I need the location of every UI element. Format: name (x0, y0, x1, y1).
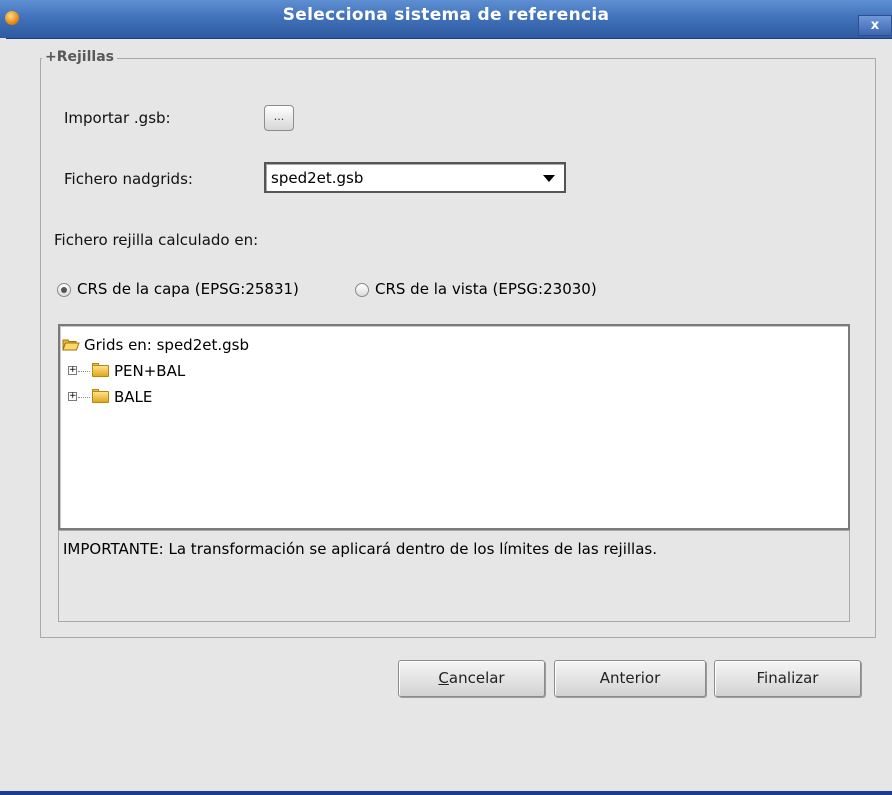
radio-label: CRS de la vista (EPSG:23030) (375, 280, 597, 298)
folder-icon (92, 365, 109, 377)
cancel-label: ancelar (448, 669, 505, 687)
cancel-button[interactable]: Cancelar (398, 660, 545, 697)
calc-label: Fichero rejilla calculado en: (54, 231, 259, 249)
radio-selected-dot (61, 287, 67, 293)
title-bar[interactable]: Selecciona sistema de referencia x (0, 0, 892, 39)
tree-node-label: BALE (114, 388, 153, 406)
window-bottom-border (0, 791, 892, 795)
folder-open-icon (62, 339, 80, 351)
browse-button[interactable]: ... (264, 105, 294, 131)
expand-icon[interactable]: + (68, 392, 77, 401)
previous-button[interactable]: Anterior (554, 660, 706, 697)
close-button[interactable]: x (858, 15, 892, 36)
finish-button[interactable]: Finalizar (714, 660, 861, 697)
expand-icon[interactable]: + (68, 366, 77, 375)
radio-button-icon[interactable] (57, 283, 71, 297)
grids-tree[interactable]: Grids en: sped2et.gsb + PEN+BAL + BALE (58, 324, 850, 530)
tree-root-label: Grids en: sped2et.gsb (84, 336, 249, 354)
tree-node-label: PEN+BAL (114, 362, 186, 380)
nadgrids-selected-value: sped2et.gsb (271, 169, 364, 187)
cancel-mnemonic: C (438, 669, 449, 687)
radio-label: CRS de la capa (EPSG:25831) (77, 280, 299, 298)
nadgrids-select[interactable]: sped2et.gsb (264, 162, 566, 193)
radio-button-icon[interactable] (355, 283, 369, 297)
info-panel: IMPORTANTE: La transformación se aplicar… (58, 530, 850, 622)
chevron-down-icon[interactable] (543, 175, 555, 182)
import-label: Importar .gsb: (64, 109, 171, 127)
group-legend[interactable]: +Rejillas (42, 49, 117, 65)
folder-icon (92, 391, 109, 403)
dialog-window: Selecciona sistema de referencia x +Reji… (0, 0, 892, 795)
window-border (0, 38, 6, 795)
window-title: Selecciona sistema de referencia (282, 5, 610, 25)
nadgrids-label: Fichero nadgrids: (64, 170, 193, 188)
info-text: IMPORTANTE: La transformación se aplicar… (63, 540, 657, 558)
tree-connector (78, 371, 90, 372)
tree-connector (78, 397, 90, 398)
